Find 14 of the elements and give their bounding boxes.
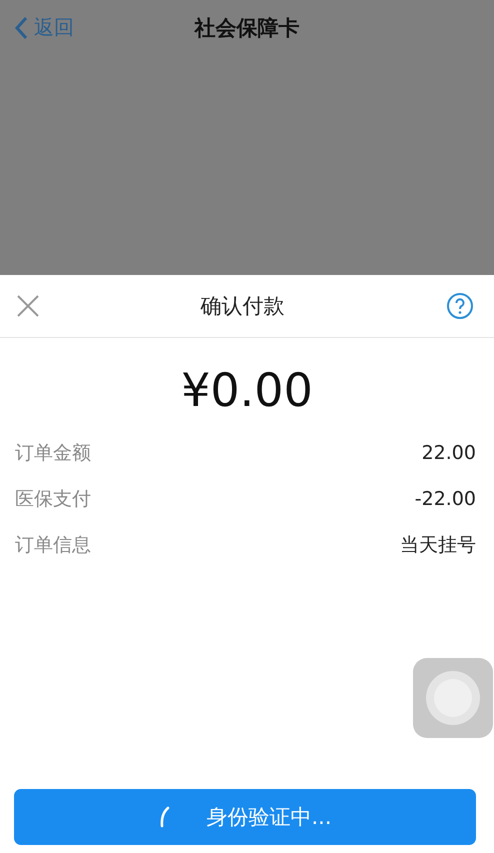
page-title: 社会保障卡: [194, 14, 300, 42]
row-label: 订单金额: [15, 441, 91, 466]
row-value: -22.00: [414, 488, 476, 510]
floating-button[interactable]: [413, 658, 493, 738]
row-label: 医保支付: [15, 487, 91, 512]
chevron-left-icon: [14, 16, 28, 40]
close-icon[interactable]: [17, 295, 39, 317]
amount-text: ¥0.00: [180, 362, 314, 418]
verify-button[interactable]: 身份验证中...: [14, 789, 476, 845]
help-icon[interactable]: [446, 292, 474, 320]
sheet-title: 确认付款: [200, 293, 284, 320]
row-label: 订单信息: [15, 533, 91, 558]
row-value: 当天挂号: [400, 533, 476, 558]
row-value: 22.00: [422, 442, 476, 464]
